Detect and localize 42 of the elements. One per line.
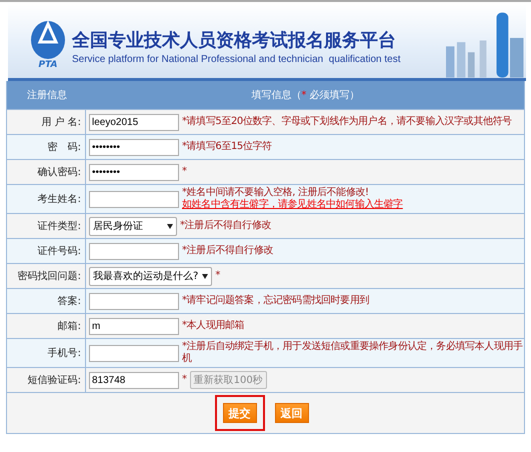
input-field[interactable]: ••••••••: [89, 164, 179, 180]
hint-text: *姓名中间请不要输入空格, 注册后不能修改!: [182, 187, 369, 198]
hint-text: *本人现用邮箱: [182, 320, 244, 332]
hint-text: *: [182, 166, 187, 178]
input-field[interactable]: [89, 344, 179, 362]
hint-text: *请填写5至20位数字、字母或下划线作为用户名，请不要输入汉字或其他符号: [182, 116, 512, 128]
logo-icon: [30, 20, 66, 60]
hint-text: *注册后不得自行修改: [182, 245, 274, 257]
field-label: 答案:: [58, 294, 81, 308]
input-field[interactable]: ••••••••: [89, 138, 179, 156]
site-title: 全国专业技术人员资格考试报名服务平台: [72, 28, 397, 52]
caret-icon: [167, 224, 173, 228]
logo-text: PTA: [38, 60, 58, 70]
dropdown[interactable]: 我最喜欢的运动是什么?: [89, 266, 212, 286]
field-label: 短信验证码:: [28, 374, 81, 387]
hint-text: *: [182, 374, 187, 386]
field-label: 邮箱:: [58, 320, 81, 333]
hint-text: *注册后不得自行修改: [180, 220, 272, 232]
hint-text: *请牢记问题答案，忘记密码需找回时要用到: [182, 295, 370, 307]
input-field[interactable]: 813748: [89, 372, 179, 388]
input-field[interactable]: [89, 190, 179, 208]
column-header: 注册信息: [26, 88, 68, 102]
field-label: 手机号:: [48, 346, 81, 360]
column-header: 填写信息（* 必须填写）: [250, 88, 361, 102]
input-field[interactable]: leeyo2015: [89, 114, 179, 130]
hint-text: *注册后自动绑定手机，用于发送短信或重要操作身份认定，务必填写本人现用手机: [182, 341, 524, 365]
dropdown[interactable]: 居民身份证: [89, 216, 177, 236]
field-label: 用 户 名:: [41, 116, 81, 129]
hint-text: *请填写6至15位字符: [182, 141, 272, 153]
hint-text: *: [215, 270, 220, 282]
field-label: 证件类型:: [38, 220, 81, 233]
caret-icon: [202, 274, 208, 278]
field-label: 证件号码:: [38, 245, 81, 258]
field-label: 密 码:: [48, 140, 81, 154]
field-label: 考生姓名:: [38, 192, 81, 206]
input-field[interactable]: [89, 242, 179, 260]
help-link[interactable]: 如姓名中含有生僻字，请参见姓名中如何输入生僻字: [182, 199, 403, 211]
site-subtitle: Service platform for National Professional and technician qualification test: [72, 54, 401, 64]
field-label: 密码找回问题:: [18, 270, 81, 283]
input-field[interactable]: [89, 292, 179, 310]
field-label: 确认密码:: [38, 166, 81, 179]
input-field[interactable]: m: [89, 318, 179, 334]
